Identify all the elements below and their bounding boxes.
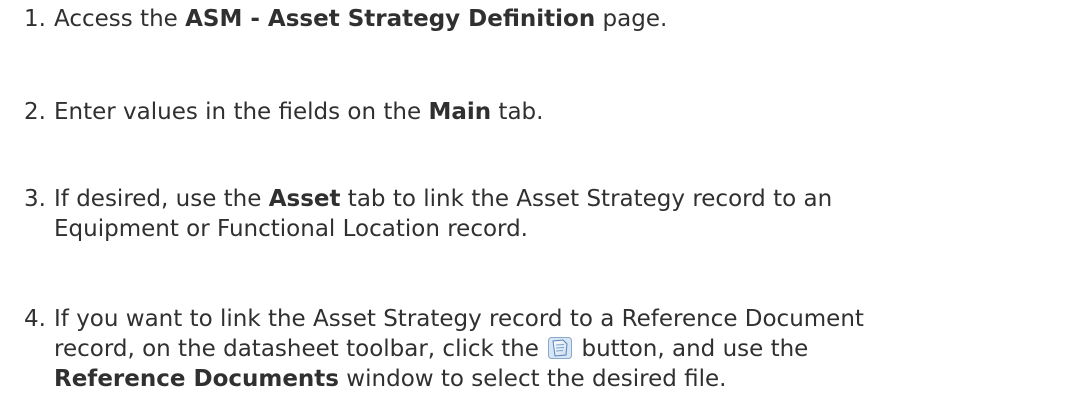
- step-text: If desired, use the: [54, 186, 269, 212]
- step-text: page.: [595, 6, 668, 32]
- step-2: 2. Enter values in the fields on the Main…: [24, 96, 1064, 128]
- step-text: Enter values in the fields on the: [54, 99, 429, 125]
- tab-name-emphasis: Main: [428, 99, 492, 125]
- step-text: Access the: [54, 6, 186, 32]
- step-number: 2.: [24, 99, 46, 125]
- step-number: 1.: [24, 6, 46, 32]
- step-text: tab.: [491, 99, 544, 125]
- step-3-continuation: Equipment or Functional Location record.: [54, 216, 528, 242]
- step-4-line-3: Reference Documents window to select the…: [54, 363, 1076, 395]
- tab-name-emphasis: Asset: [268, 186, 341, 212]
- step-text: window to select the desired file.: [339, 366, 727, 392]
- step-3: 3. If desired, use the Asset tab to link …: [24, 183, 1064, 215]
- step-text: tab to link the Asset Strategy record to…: [340, 186, 833, 212]
- window-name-emphasis: Reference Documents: [54, 366, 339, 392]
- step-number: 3.: [24, 186, 46, 212]
- instruction-steps: 1. Access the ASM - Asset Strategy Defini…: [0, 0, 1076, 413]
- page-name-emphasis: ASM - Asset Strategy Definition: [185, 6, 596, 32]
- step-text: button, and use the: [574, 336, 809, 362]
- step-text: If you want to link the Asset Strategy r…: [54, 306, 864, 332]
- step-number: 4.: [24, 306, 46, 332]
- reference-documents-icon: [548, 337, 573, 359]
- step-4-line-2: record, on the datasheet toolbar, click …: [54, 333, 1076, 365]
- step-1: 1. Access the ASM - Asset Strategy Defini…: [24, 3, 1064, 35]
- step-4: 4. If you want to link the Asset Strategy…: [24, 303, 1064, 335]
- step-text: record, on the datasheet toolbar, click …: [54, 336, 547, 362]
